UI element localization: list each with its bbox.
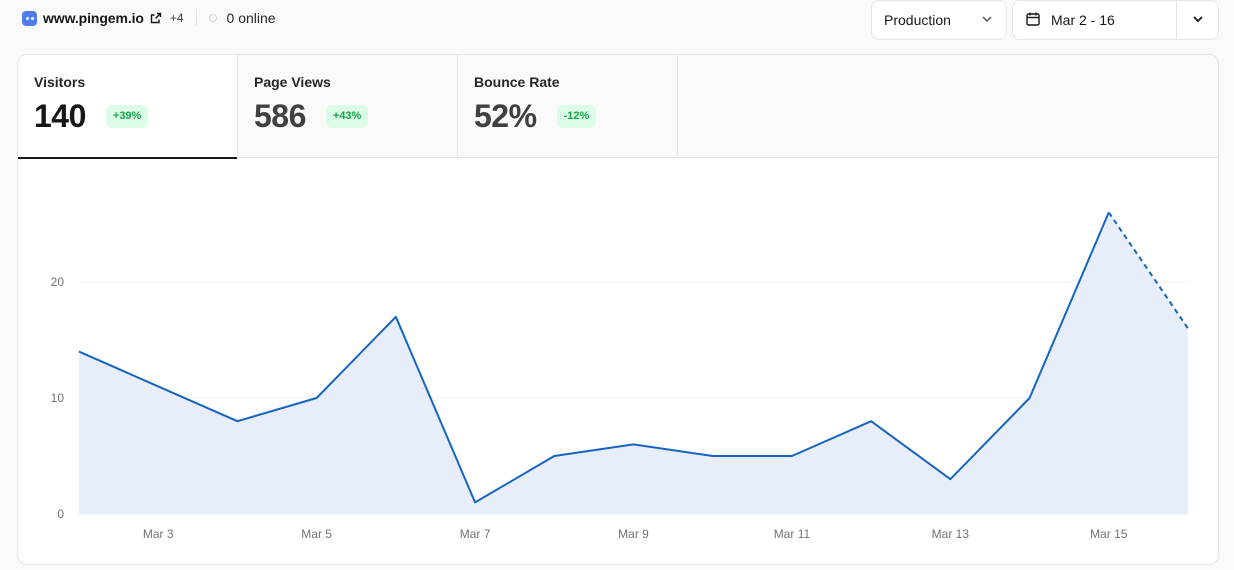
date-range-button[interactable]: Mar 2 - 16 [1013, 1, 1176, 39]
environment-value: Production [884, 12, 951, 28]
site-name[interactable]: www.pingem.io [43, 10, 144, 26]
x-tick-label: Mar 5 [301, 527, 332, 541]
date-range-value: Mar 2 - 16 [1051, 12, 1115, 28]
x-tick-label: Mar 9 [618, 527, 649, 541]
external-link-icon[interactable] [150, 12, 162, 24]
divider [195, 10, 197, 26]
site-header: www.pingem.io +4 0 online [22, 8, 276, 28]
chevron-down-icon [1191, 12, 1205, 29]
stats-tabs: Visitors 140 +39% Page Views 586 +43% Bo… [18, 55, 1218, 159]
online-status-icon [208, 14, 217, 22]
date-range-picker: Mar 2 - 16 [1012, 0, 1219, 40]
x-tick-label: Mar 13 [932, 527, 970, 541]
site-favicon-icon [22, 10, 37, 26]
date-range-dropdown-button[interactable] [1176, 1, 1218, 39]
change-badge: +39% [105, 104, 149, 128]
tab-bounce-rate[interactable]: Bounce Rate 52% -12% [458, 55, 678, 158]
top-bar: www.pingem.io +4 0 online Production Mar… [0, 0, 1234, 48]
tab-visitors[interactable]: Visitors 140 +39% [18, 55, 238, 159]
stat-label: Visitors [34, 74, 86, 90]
stat-label: Bounce Rate [474, 74, 560, 90]
chevron-down-icon [980, 12, 994, 29]
x-tick-label: Mar 11 [774, 527, 811, 541]
analytics-card: Visitors 140 +39% Page Views 586 +43% Bo… [17, 54, 1219, 565]
stat-value: 586 [254, 98, 306, 134]
tab-page-views[interactable]: Page Views 586 +43% [238, 55, 458, 158]
stat-value: 140 [34, 98, 86, 134]
series-area [79, 212, 1188, 514]
online-count: 0 online [226, 10, 276, 26]
x-tick-label: Mar 3 [143, 527, 174, 541]
stat-label: Page Views [254, 74, 331, 90]
visitors-chart: 0 10 20 Mar 3 Mar 5 Mar 7 Mar 9 Mar 11 Mar 13 Mar… [18, 159, 1218, 564]
change-badge: +43% [325, 104, 369, 128]
y-tick-label: 10 [51, 391, 65, 405]
y-tick-label: 20 [51, 275, 65, 289]
x-tick-label: Mar 7 [460, 527, 491, 541]
change-badge: -12% [556, 104, 597, 128]
chart-svg: 0 10 20 Mar 3 Mar 5 Mar 7 Mar 9 Mar 11 Mar 13 Mar… [51, 211, 1189, 541]
calendar-icon [1025, 11, 1041, 30]
more-sites-count[interactable]: +4 [170, 11, 184, 25]
y-tick-label: 0 [57, 507, 64, 521]
environment-select[interactable]: Production [871, 0, 1007, 40]
stat-value: 52% [474, 98, 537, 134]
x-tick-label: Mar 15 [1090, 527, 1128, 541]
